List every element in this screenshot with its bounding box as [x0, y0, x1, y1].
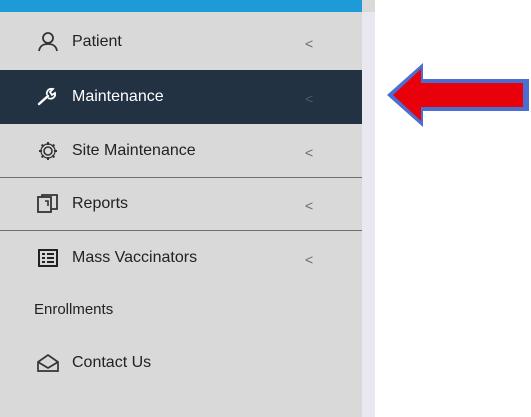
- chevron-left-icon: <: [305, 35, 314, 52]
- sidebar-item-contact-us[interactable]: Contact Us: [0, 338, 362, 388]
- wrench-icon: [34, 85, 62, 109]
- menu-divider: [0, 177, 362, 178]
- sidebar-item-site-maintenance[interactable]: Site Maintenance <: [0, 126, 362, 176]
- annotation-arrow: [387, 63, 529, 127]
- sidebar-item-label: Patient: [72, 33, 122, 50]
- user-icon: [34, 30, 62, 54]
- content-pane-edge: [362, 12, 375, 417]
- sidebar-item-label: Reports: [72, 195, 129, 212]
- screenshot-canvas: Patient < Maintenance < Site Maintenance…: [0, 0, 531, 417]
- menu-divider: [0, 230, 362, 231]
- sidebar-item-label: Maintenance: [72, 88, 164, 105]
- sidebar-item-mass-vaccinators[interactable]: Mass Vaccinators <: [0, 232, 362, 284]
- chevron-left-icon: <: [305, 251, 314, 268]
- envelope-icon: [34, 351, 62, 375]
- sidebar-item-reports[interactable]: Reports <: [0, 179, 362, 229]
- sidebar-item-label: Contact Us: [72, 354, 152, 371]
- chevron-left-icon: <: [305, 90, 314, 107]
- sidebar-item-enrollments[interactable]: Enrollments: [34, 301, 113, 318]
- chevron-left-icon: <: [305, 197, 314, 214]
- sidebar-item-maintenance[interactable]: Maintenance <: [0, 70, 362, 124]
- sidebar-item-patient[interactable]: Patient <: [0, 16, 362, 68]
- sidebar-item-label: Mass Vaccinators: [72, 249, 198, 266]
- sidebar-item-label: Site Maintenance: [72, 142, 196, 159]
- reports-icon: [34, 192, 62, 216]
- sidebar-nav: Patient < Maintenance < Site Maintenance…: [0, 0, 375, 417]
- gear-icon: [34, 139, 62, 163]
- top-accent-bar: [0, 0, 362, 12]
- chevron-left-icon: <: [305, 144, 314, 161]
- list-icon: [34, 246, 62, 270]
